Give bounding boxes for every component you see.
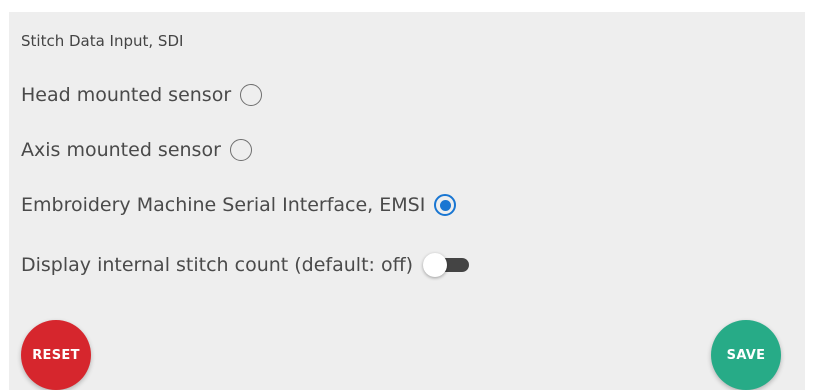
toggle-label: Display internal stitch count (default: … <box>21 254 414 276</box>
settings-panel: Stitch Data Input, SDI Head mounted sens… <box>9 12 805 390</box>
radio-emsi[interactable] <box>434 194 457 216</box>
section-title: Stitch Data Input, SDI <box>21 32 184 50</box>
option-head-mounted-sensor[interactable]: Head mounted sensor <box>21 84 263 106</box>
reset-button[interactable]: RESET <box>21 320 91 390</box>
radio-selected-dot <box>439 199 451 211</box>
option-label: Head mounted sensor <box>21 84 232 106</box>
radio-head-mounted-sensor[interactable] <box>240 84 263 106</box>
option-label: Embroidery Machine Serial Interface, EMS… <box>21 194 426 216</box>
toggle-row-internal-stitch-count[interactable]: Display internal stitch count (default: … <box>21 253 471 277</box>
save-button[interactable]: SAVE <box>711 320 781 390</box>
option-emsi[interactable]: Embroidery Machine Serial Interface, EMS… <box>21 194 457 216</box>
option-label: Axis mounted sensor <box>21 139 221 161</box>
radio-axis-mounted-sensor[interactable] <box>229 139 252 161</box>
internal-stitch-count-toggle[interactable] <box>423 253 471 277</box>
toggle-thumb <box>423 253 448 277</box>
option-axis-mounted-sensor[interactable]: Axis mounted sensor <box>21 139 252 161</box>
